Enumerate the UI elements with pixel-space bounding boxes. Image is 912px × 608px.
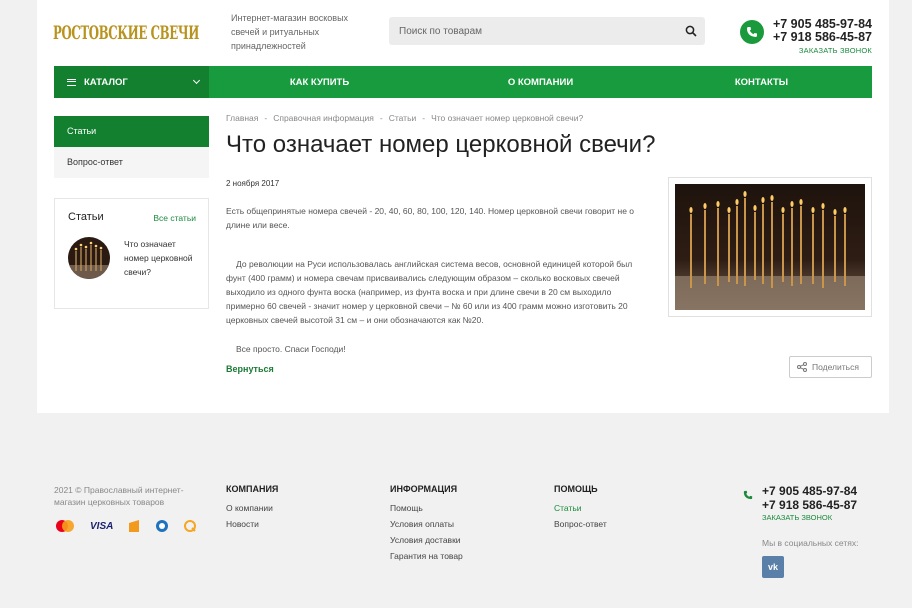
breadcrumb-articles[interactable]: Статьи — [389, 113, 417, 123]
articles-widget-title: Статьи — [68, 211, 104, 223]
nav-item-about[interactable]: О КОМПАНИИ — [430, 66, 651, 98]
footer-callback-link[interactable]: ЗАКАЗАТЬ ЗВОНОК — [762, 513, 857, 522]
article-paragraph-3: Все просто. Спаси Господи! — [236, 344, 346, 354]
breadcrumb-info[interactable]: Справочная информация — [273, 113, 374, 123]
articles-widget: Статьи Все статьи Что означает номер цер… — [54, 198, 209, 309]
footer-column-title: КОМПАНИЯ — [226, 484, 279, 494]
footer-phone-2[interactable]: +7 918 586-45-87 — [762, 498, 857, 512]
share-button[interactable]: Поделиться — [789, 356, 872, 378]
search-icon[interactable] — [685, 25, 697, 37]
catalog-label: КАТАЛОГ — [84, 76, 128, 88]
footer-link-help[interactable]: Помощь — [390, 500, 463, 516]
callback-link[interactable]: ЗАКАЗАТЬ ЗВОНОК — [773, 46, 872, 55]
phone-number-2[interactable]: +7 918 586-45-87 — [773, 31, 872, 44]
share-label: Поделиться — [812, 362, 859, 372]
footer-link-about[interactable]: О компании — [226, 500, 278, 516]
svg-text:РОСТОВСКИЕ СВЕЧИ: РОСТОВСКИЕ СВЕЧИ — [53, 22, 199, 44]
footer-link-delivery[interactable]: Условия доставки — [390, 532, 463, 548]
footer-phone-1[interactable]: +7 905 485-97-84 — [762, 484, 857, 498]
article-paragraph-1: Есть общепринятые номера свечей - 20, 40… — [226, 206, 635, 230]
footer-link-news[interactable]: Новости — [226, 516, 278, 532]
catalog-menu-button[interactable]: КАТАЛОГ — [54, 66, 209, 98]
phone-icon — [743, 490, 753, 500]
social-label: Мы в социальных сетях: — [762, 538, 859, 548]
breadcrumb-separator: - — [264, 113, 268, 123]
breadcrumb-separator: - — [379, 113, 383, 123]
page-title: Что означает номер церковной свечи? — [226, 131, 656, 158]
candles-photo — [675, 184, 865, 310]
nav-item-how-to-buy[interactable]: КАК КУПИТЬ — [209, 66, 430, 98]
phone-icon — [740, 20, 764, 44]
mastercard-icon — [56, 520, 74, 532]
footer-link-faq[interactable]: Вопрос-ответ — [554, 516, 607, 532]
footer-column-info: ИНФОРМАЦИЯ Помощь Условия оплаты Условия… — [390, 484, 463, 564]
footer-phones: +7 905 485-97-84 +7 918 586-45-87 ЗАКАЗА… — [762, 484, 857, 522]
header-phones: +7 905 485-97-84 +7 918 586-45-87 ЗАКАЗА… — [773, 18, 872, 56]
footer-copyright: 2021 © Православный интернет-магазин цер… — [54, 485, 184, 507]
footer-link-warranty[interactable]: Гарантия на товар — [390, 548, 463, 564]
article-paragraph-2: До революции на Руси использовалась англ… — [226, 259, 633, 325]
search-input[interactable]: Поиск по товарам — [389, 17, 705, 45]
vk-icon[interactable]: vk — [762, 556, 784, 578]
article-image — [668, 177, 872, 317]
search-placeholder: Поиск по товарам — [399, 26, 483, 37]
site-tagline: Интернет-магазин восковых свечей и ритуа… — [231, 13, 349, 51]
sidebar-menu: Статьи Вопрос-ответ — [54, 116, 209, 178]
menu-icon — [67, 78, 76, 86]
sidebar-item-faq[interactable]: Вопрос-ответ — [54, 147, 209, 178]
visa-icon: VISA — [90, 520, 114, 532]
page-container: РОСТОВСКИЕ СВЕЧИ Интернет-магазин восков… — [37, 0, 889, 413]
webmoney-icon — [156, 520, 169, 532]
footer-column-title: ИНФОРМАЦИЯ — [390, 484, 458, 494]
payment-icons: VISA — [54, 519, 197, 533]
site-logo[interactable]: РОСТОВСКИЕ СВЕЧИ — [53, 14, 201, 48]
main-nav: КАТАЛОГ КАК КУПИТЬ О КОМПАНИИ КОНТАКТЫ — [54, 66, 872, 98]
footer-column-company: КОМПАНИЯ О компании Новости — [226, 484, 278, 532]
widget-article-link[interactable]: Что означает номер церковной свечи? — [124, 237, 194, 279]
sidebar-item-articles[interactable]: Статьи — [54, 116, 209, 147]
breadcrumb-separator: - — [422, 113, 426, 123]
yandex-money-icon — [129, 520, 140, 532]
footer-link-articles[interactable]: Статьи — [554, 500, 607, 516]
nav-item-contacts[interactable]: КОНТАКТЫ — [651, 66, 872, 98]
share-icon — [797, 362, 807, 372]
footer-column-title: ПОМОЩЬ — [554, 484, 598, 494]
breadcrumb-home[interactable]: Главная — [226, 113, 258, 123]
footer-link-payment[interactable]: Условия оплаты — [390, 516, 463, 532]
chevron-down-icon — [192, 76, 201, 85]
article-date: 2 ноября 2017 — [226, 179, 280, 188]
breadcrumb-current: Что означает номер церковной свечи? — [431, 113, 584, 123]
footer-column-help: ПОМОЩЬ Статьи Вопрос-ответ — [554, 484, 607, 532]
all-articles-link[interactable]: Все статьи — [153, 213, 196, 223]
qiwi-icon — [184, 520, 197, 532]
back-link[interactable]: Вернуться — [226, 364, 274, 374]
breadcrumb: Главная - Справочная информация - Статьи - Что… — [226, 113, 583, 123]
article-thumbnail[interactable] — [68, 237, 110, 279]
